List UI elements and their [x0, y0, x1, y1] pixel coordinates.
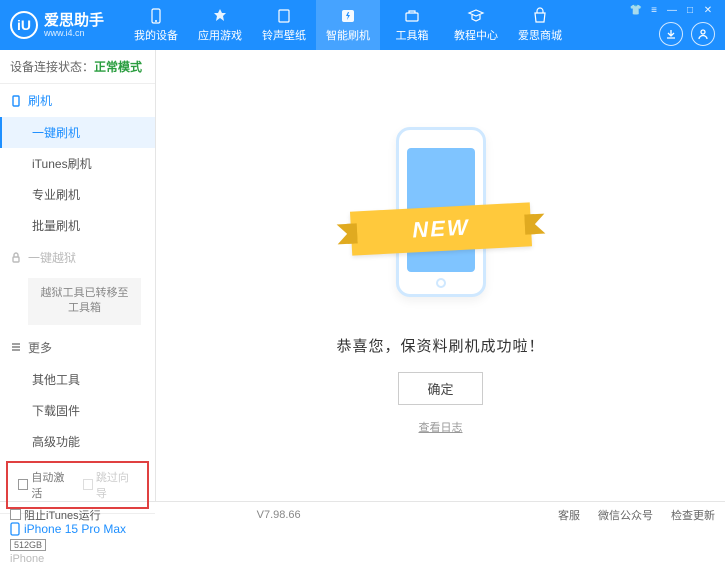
- nav-store[interactable]: 爱思商城: [508, 0, 572, 50]
- success-message: 恭喜您，保资料刷机成功啦！: [336, 335, 544, 356]
- nav-label: 爱思商城: [518, 27, 562, 43]
- sidebar: 设备连接状态：正常模式 刷机 一键刷机 iTunes刷机 专业刷机 批量刷机 一…: [0, 50, 156, 501]
- sidebar-item-other-tools[interactable]: 其他工具: [0, 364, 155, 395]
- status-value: 正常模式: [94, 60, 142, 74]
- phone-icon: [10, 522, 20, 536]
- checkbox-label: 阻止iTunes运行: [24, 507, 101, 523]
- checkbox-label: 跳过向导: [96, 469, 137, 501]
- main-nav: 我的设备 应用游戏 铃声壁纸 智能刷机 工具箱 教程中心 爱思商城: [124, 0, 629, 50]
- checkbox-label: 自动激活: [31, 469, 72, 501]
- maximize-button[interactable]: □: [683, 4, 697, 16]
- download-button[interactable]: [659, 22, 683, 46]
- nav-toolbox[interactable]: 工具箱: [380, 0, 444, 50]
- nav-label: 教程中心: [454, 27, 498, 43]
- storage-badge: 512GB: [10, 539, 46, 551]
- jailbreak-moved-note: 越狱工具已转移至工具箱: [28, 278, 141, 325]
- nav-label: 工具箱: [396, 27, 429, 43]
- store-icon: [531, 7, 549, 25]
- success-illustration: NEW: [361, 117, 521, 317]
- new-ribbon: NEW: [349, 202, 531, 255]
- footer-update[interactable]: 检查更新: [671, 507, 715, 523]
- main-content: NEW 恭喜您，保资料刷机成功啦！ 确定 查看日志: [156, 50, 725, 501]
- window-controls: 👕 ≡ — □ ✕: [629, 4, 715, 16]
- user-button[interactable]: [691, 22, 715, 46]
- nav-ringtones[interactable]: 铃声壁纸: [252, 0, 316, 50]
- section-more[interactable]: 更多: [0, 331, 155, 364]
- footer-wechat[interactable]: 微信公众号: [598, 507, 653, 523]
- app-name: 爱思助手: [44, 13, 104, 28]
- list-icon: [10, 341, 22, 353]
- view-log-link[interactable]: 查看日志: [419, 419, 463, 435]
- ringtone-icon: [275, 7, 293, 25]
- section-jailbreak: 一键越狱: [0, 241, 155, 274]
- ribbon-text: NEW: [411, 214, 470, 243]
- version-label: V7.98.66: [257, 509, 301, 521]
- sidebar-item-advanced[interactable]: 高级功能: [0, 426, 155, 457]
- skip-guide-checkbox: 跳过向导: [83, 469, 138, 501]
- connection-status: 设备连接状态：正常模式: [0, 50, 155, 84]
- device-icon: [147, 7, 165, 25]
- section-label: 刷机: [28, 92, 52, 109]
- nav-my-device[interactable]: 我的设备: [124, 0, 188, 50]
- ok-button[interactable]: 确定: [398, 372, 482, 405]
- device-type: iPhone: [10, 553, 145, 565]
- minimize-button[interactable]: —: [665, 4, 679, 16]
- auto-activate-checkbox[interactable]: 自动激活: [18, 469, 73, 501]
- sidebar-item-pro-flash[interactable]: 专业刷机: [0, 179, 155, 210]
- nav-label: 智能刷机: [326, 27, 370, 43]
- app-url: www.i4.cn: [44, 28, 104, 38]
- nav-tutorials[interactable]: 教程中心: [444, 0, 508, 50]
- section-label: 一键越狱: [28, 249, 76, 266]
- sidebar-item-batch-flash[interactable]: 批量刷机: [0, 210, 155, 241]
- apps-icon: [211, 7, 229, 25]
- section-flash[interactable]: 刷机: [0, 84, 155, 117]
- status-label: 设备连接状态：: [10, 60, 94, 74]
- block-itunes-checkbox[interactable]: 阻止iTunes运行: [10, 507, 101, 523]
- footer-service[interactable]: 客服: [558, 507, 580, 523]
- sidebar-item-download-firmware[interactable]: 下载固件: [0, 395, 155, 426]
- sidebar-item-itunes-flash[interactable]: iTunes刷机: [0, 148, 155, 179]
- nav-apps-games[interactable]: 应用游戏: [188, 0, 252, 50]
- options-highlighted-box: 自动激活 跳过向导: [6, 461, 149, 509]
- app-logo: iU 爱思助手 www.i4.cn: [10, 11, 104, 39]
- close-button[interactable]: ✕: [701, 4, 715, 16]
- nav-label: 应用游戏: [198, 27, 242, 43]
- phone-icon: [10, 95, 22, 107]
- lock-icon: [10, 252, 22, 264]
- title-bar: iU 爱思助手 www.i4.cn 我的设备 应用游戏 铃声壁纸 智能刷机 工具…: [0, 0, 725, 50]
- skin-button[interactable]: 👕: [629, 4, 643, 16]
- nav-label: 铃声壁纸: [262, 27, 306, 43]
- device-name: iPhone 15 Pro Max: [10, 522, 145, 536]
- sidebar-item-oneclick-flash[interactable]: 一键刷机: [0, 117, 155, 148]
- tutorial-icon: [467, 7, 485, 25]
- menu-button[interactable]: ≡: [647, 4, 661, 16]
- nav-label: 我的设备: [134, 27, 178, 43]
- flash-icon: [339, 7, 357, 25]
- nav-smart-flash[interactable]: 智能刷机: [316, 0, 380, 50]
- toolbox-icon: [403, 7, 421, 25]
- logo-icon: iU: [10, 11, 38, 39]
- section-label: 更多: [28, 339, 52, 356]
